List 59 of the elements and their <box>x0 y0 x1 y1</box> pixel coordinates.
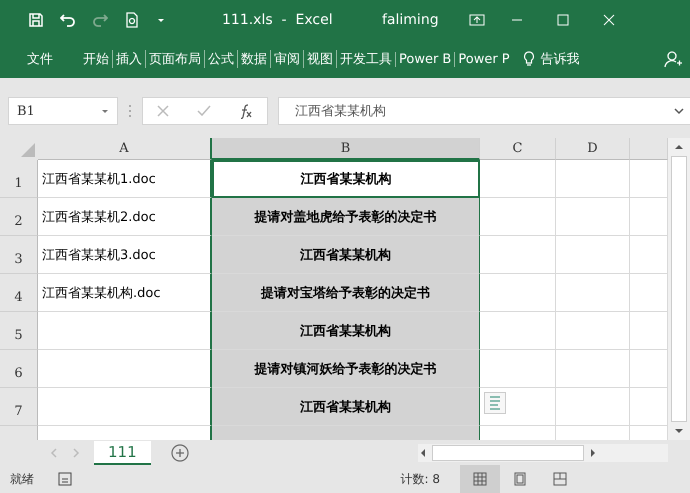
share-person-icon[interactable] <box>664 50 682 68</box>
column-header[interactable]: B <box>212 138 480 160</box>
close-icon[interactable] <box>602 14 615 26</box>
maximize-icon[interactable] <box>556 14 569 26</box>
ribbon-tab[interactable]: 开发工具 <box>336 50 395 68</box>
save-icon[interactable] <box>28 12 44 28</box>
window-title: 111.xls - Excel <box>222 12 334 28</box>
undo-icon[interactable] <box>60 12 76 28</box>
page-break-icon <box>553 472 567 486</box>
table-cell: 江西省某某机构 <box>212 160 480 198</box>
scroll-down-icon[interactable] <box>674 426 684 436</box>
table-cell: 提请对镇河妖给予表彰的决定书 <box>212 350 480 388</box>
print-preview-icon[interactable] <box>124 12 140 28</box>
table-cell: 江西省某某机构 <box>212 312 480 350</box>
tell-me-search[interactable]: 告诉我 <box>538 50 583 68</box>
grip-icon <box>128 104 132 118</box>
checkmark-icon[interactable] <box>196 104 211 118</box>
ribbon-tab[interactable]: 数据 <box>237 50 270 68</box>
macro-recording-icon[interactable] <box>58 472 72 486</box>
ribbon-tab[interactable]: 公式 <box>204 50 237 68</box>
row-header[interactable]: 4 <box>0 274 38 312</box>
normal-view-button[interactable] <box>460 465 500 493</box>
ribbon-tab[interactable]: Power B <box>395 52 454 66</box>
ribbon-tab[interactable]: 文件 <box>24 50 56 68</box>
lightbulb-icon <box>522 51 535 67</box>
table-cell: 提请对宝塔给予表彰的决定书 <box>212 274 480 312</box>
scroll-right-icon[interactable] <box>588 448 598 458</box>
scrollbar-thumb[interactable] <box>671 156 687 422</box>
add-sheet-icon[interactable] <box>170 444 189 462</box>
table-cell: 江西省某某机构 <box>212 236 480 274</box>
ribbon-tab[interactable]: Power P <box>454 52 513 66</box>
dropdown-caret-icon[interactable] <box>101 107 109 115</box>
name-box[interactable]: B1 <box>8 97 118 125</box>
expand-caret-icon[interactable] <box>674 106 684 116</box>
row-header[interactable]: 6 <box>0 350 38 388</box>
row-header[interactable]: 3 <box>0 236 38 274</box>
status-text: 就绪 <box>10 470 34 488</box>
row-header[interactable]: 1 <box>0 160 38 198</box>
ribbon-display-icon[interactable] <box>468 12 485 28</box>
formula-input[interactable]: 江西省某某机构 <box>278 97 690 125</box>
table-cell: 提请对盖地虎给予表彰的决定书 <box>212 198 480 236</box>
table-cell: 江西省某某机构 <box>212 388 480 426</box>
column-header[interactable]: D <box>556 138 630 160</box>
scroll-up-icon[interactable] <box>674 142 684 152</box>
user-name: faliming <box>382 12 439 28</box>
page-icon <box>513 472 527 486</box>
row-header[interactable]: 2 <box>0 198 38 236</box>
ribbon-tab[interactable]: 视图 <box>303 50 336 68</box>
ribbon-tab[interactable]: 开始 <box>80 50 112 68</box>
ribbon-tab[interactable]: 插入 <box>112 50 145 68</box>
ribbon-tab[interactable]: 页面布局 <box>145 50 204 68</box>
column-header[interactable]: C <box>480 138 556 160</box>
sheet-tab[interactable]: 111 <box>94 440 151 464</box>
scrollbar-thumb[interactable] <box>432 444 584 460</box>
count-text: 计数: 8 <box>400 470 440 488</box>
row-header[interactable]: 7 <box>0 388 38 426</box>
grid-icon <box>473 472 487 486</box>
row-header[interactable]: 5 <box>0 312 38 350</box>
ribbon-tab[interactable]: 审阅 <box>270 50 303 68</box>
